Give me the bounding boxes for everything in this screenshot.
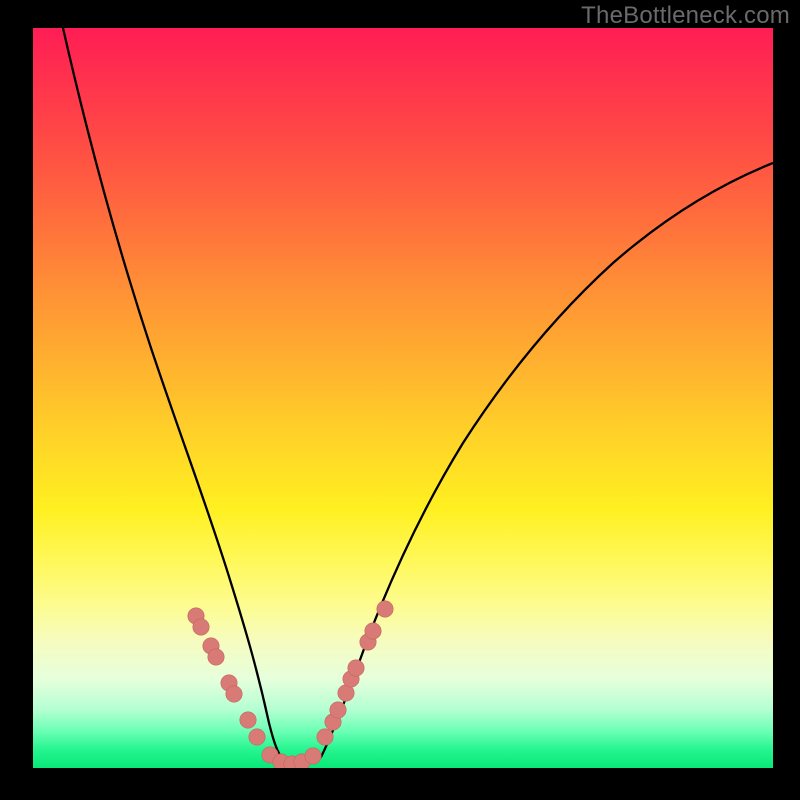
plot-area	[33, 28, 773, 768]
marker	[305, 748, 321, 764]
marker	[193, 619, 209, 635]
chart-frame: TheBottleneck.com	[0, 0, 800, 800]
curve-left-branch	[63, 28, 283, 759]
marker	[377, 601, 393, 617]
marker	[348, 660, 364, 676]
marker	[208, 649, 224, 665]
watermark-text: TheBottleneck.com	[581, 2, 790, 30]
curve-right-branch	[321, 163, 773, 757]
marker	[317, 729, 333, 745]
marker-group	[188, 601, 393, 768]
marker	[240, 712, 256, 728]
marker	[249, 729, 265, 745]
curve-layer	[33, 28, 773, 768]
marker	[226, 686, 242, 702]
marker	[365, 623, 381, 639]
marker	[330, 702, 346, 718]
